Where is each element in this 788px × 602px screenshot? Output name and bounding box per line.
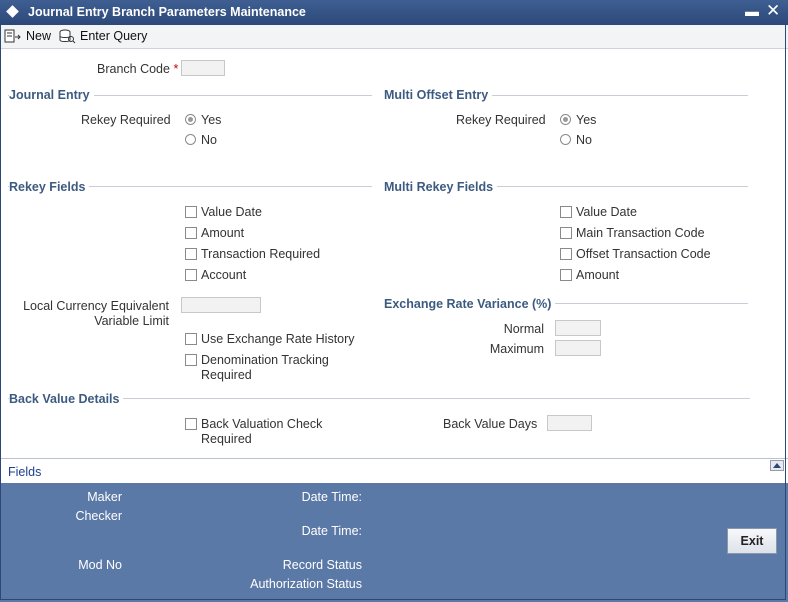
journal-rekey-label: Rekey Required bbox=[81, 113, 171, 127]
back-valuation-check-label-line1: Back Valuation Check bbox=[201, 417, 323, 431]
fields-link[interactable]: Fields bbox=[8, 465, 41, 479]
record-status-label: Record Status bbox=[282, 558, 362, 572]
exchange-rate-history-label: Use Exchange Rate History bbox=[201, 332, 355, 346]
multi-rekey-main-txn-code-label: Main Transaction Code bbox=[576, 226, 705, 240]
branch-code-label-text: Branch Code bbox=[97, 62, 170, 76]
maximum-label: Maximum bbox=[489, 342, 544, 356]
enter-query-label: Enter Query bbox=[80, 29, 148, 43]
close-button[interactable]: ✕ bbox=[766, 1, 780, 21]
denomination-tracking-label-line1: Denomination Tracking bbox=[201, 353, 329, 367]
fields-bar bbox=[0, 458, 788, 483]
journal-rekey-no-radio[interactable] bbox=[185, 134, 196, 145]
required-mark: * bbox=[173, 62, 179, 76]
maker-label: Maker bbox=[87, 490, 122, 504]
back-valuation-check-label-line2: Required bbox=[201, 432, 252, 446]
denomination-tracking-checkbox[interactable] bbox=[185, 354, 197, 366]
local-currency-limit-input[interactable] bbox=[181, 297, 261, 313]
local-currency-label-line2: Variable Limit bbox=[94, 314, 169, 328]
back-value-details-title: Back Value Details bbox=[9, 392, 124, 406]
multi-rekey-offset-txn-code-label: Offset Transaction Code bbox=[576, 247, 711, 261]
journal-rekey-yes-radio[interactable] bbox=[185, 114, 196, 125]
rekey-account-checkbox[interactable] bbox=[185, 269, 197, 281]
window-title: Journal Entry Branch Parameters Maintena… bbox=[28, 5, 306, 19]
enter-query-button[interactable]: Enter Query bbox=[58, 28, 147, 44]
rekey-amount-label: Amount bbox=[201, 226, 245, 240]
rekey-transaction-required-label: Transaction Required bbox=[201, 247, 321, 261]
local-currency-label-line1: Local Currency Equivalent bbox=[23, 299, 169, 313]
maximum-input[interactable] bbox=[555, 340, 601, 356]
multi-rekey-offset-txn-code-checkbox[interactable] bbox=[560, 248, 572, 260]
denomination-tracking-label-line2: Required bbox=[201, 368, 252, 382]
maker-date-time-label: Date Time: bbox=[301, 490, 362, 504]
rekey-value-date-label: Value Date bbox=[201, 205, 262, 219]
journal-entry-title: Journal Entry bbox=[9, 88, 94, 102]
multi-offset-rekey-no-radio[interactable] bbox=[560, 134, 571, 145]
multi-offset-rekey-no-label: No bbox=[576, 133, 592, 147]
rekey-account-label: Account bbox=[201, 268, 247, 282]
multi-offset-rekey-label: Rekey Required bbox=[456, 113, 546, 127]
checker-date-time-label: Date Time: bbox=[301, 524, 362, 538]
back-value-days-input[interactable] bbox=[547, 415, 592, 431]
new-label: New bbox=[26, 29, 52, 43]
exchange-rate-variance-title: Exchange Rate Variance (%) bbox=[384, 297, 556, 311]
journal-rekey-yes-label: Yes bbox=[201, 113, 222, 127]
collapse-up-icon[interactable] bbox=[770, 460, 784, 471]
new-button[interactable]: New bbox=[4, 28, 51, 44]
multi-rekey-value-date-label: Value Date bbox=[576, 205, 637, 219]
back-value-days-label: Back Value Days bbox=[443, 417, 538, 431]
branch-code-input[interactable] bbox=[181, 60, 225, 76]
journal-rekey-no-label: No bbox=[201, 133, 217, 147]
exit-button[interactable]: Exit bbox=[727, 528, 777, 554]
multi-rekey-main-txn-code-checkbox[interactable] bbox=[560, 227, 572, 239]
minimize-button[interactable]: ▬ bbox=[745, 3, 759, 19]
multi-rekey-amount-checkbox[interactable] bbox=[560, 269, 572, 281]
back-valuation-check-checkbox[interactable] bbox=[185, 418, 197, 430]
multi-offset-rekey-yes-label: Yes bbox=[576, 113, 597, 127]
rekey-value-date-checkbox[interactable] bbox=[185, 206, 197, 218]
new-document-icon bbox=[4, 29, 21, 42]
rekey-amount-checkbox[interactable] bbox=[185, 227, 197, 239]
rekey-fields-title: Rekey Fields bbox=[9, 180, 90, 194]
multi-offset-entry-title: Multi Offset Entry bbox=[384, 88, 493, 102]
checker-label: Checker bbox=[75, 509, 122, 523]
normal-input[interactable] bbox=[555, 320, 601, 336]
multi-rekey-amount-label: Amount bbox=[576, 268, 620, 282]
mod-no-label: Mod No bbox=[78, 558, 122, 572]
multi-rekey-fields-title: Multi Rekey Fields bbox=[384, 180, 498, 194]
query-icon bbox=[59, 29, 76, 43]
multi-offset-rekey-yes-radio[interactable] bbox=[560, 114, 571, 125]
normal-label: Normal bbox=[503, 322, 544, 336]
branch-code-label: Branch Code * bbox=[97, 62, 178, 76]
rekey-transaction-required-checkbox[interactable] bbox=[185, 248, 197, 260]
multi-rekey-value-date-checkbox[interactable] bbox=[560, 206, 572, 218]
authorization-status-label: Authorization Status bbox=[250, 577, 362, 591]
exchange-rate-history-checkbox[interactable] bbox=[185, 333, 197, 345]
